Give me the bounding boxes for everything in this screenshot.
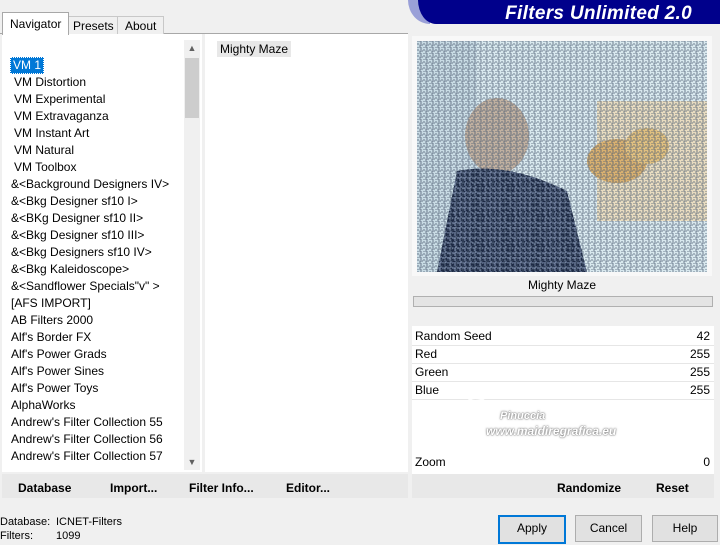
category-item[interactable]: &<Background Designers IV>: [11, 176, 169, 193]
help-button[interactable]: Help: [652, 515, 718, 542]
filters-count: 1099: [56, 530, 81, 542]
category-item[interactable]: &<Bkg Designers sf10 IV>: [11, 244, 152, 261]
param-red[interactable]: Red 255: [412, 346, 714, 364]
database-button[interactable]: Database: [18, 481, 71, 495]
tab-navigator[interactable]: Navigator: [2, 12, 70, 35]
editor-button[interactable]: Editor...: [286, 481, 330, 495]
tab-about[interactable]: About: [117, 16, 165, 35]
category-item[interactable]: &<Bkg Kaleidoscope>: [11, 261, 129, 278]
preview-image[interactable]: [417, 41, 707, 272]
category-item[interactable]: VM Distortion: [14, 74, 86, 91]
param-label: Green: [415, 365, 449, 379]
category-item[interactable]: AB Filters 2000: [11, 312, 93, 329]
param-random-seed[interactable]: Random Seed 42: [412, 328, 714, 346]
param-value: 0: [703, 455, 710, 469]
preview-filter-label: Mighty Maze: [527, 278, 597, 292]
param-label: Red: [415, 347, 438, 361]
scroll-up-icon[interactable]: ▲: [184, 40, 200, 56]
param-label: Random Seed: [415, 329, 492, 343]
scroll-down-icon[interactable]: ▼: [184, 454, 200, 470]
reset-button[interactable]: Reset: [656, 481, 689, 495]
category-item[interactable]: VM Instant Art: [14, 125, 89, 142]
database-value: ICNET-Filters: [56, 516, 122, 528]
category-item[interactable]: VM Toolbox: [14, 159, 76, 176]
category-item[interactable]: &<Bkg Designer sf10 III>: [11, 227, 144, 244]
param-green[interactable]: Green 255: [412, 364, 714, 382]
watermark-logo-icon: [462, 394, 492, 420]
tab-presets[interactable]: Presets: [65, 16, 122, 35]
title-banner: Filters Unlimited 2.0: [418, 0, 720, 24]
watermark-name: Pinuccia: [500, 410, 546, 422]
category-item-selected[interactable]: VM 1: [10, 57, 45, 74]
category-item[interactable]: AlphaWorks: [11, 397, 75, 414]
param-label: Zoom: [415, 455, 446, 469]
randomize-button[interactable]: Randomize: [557, 481, 621, 495]
category-item[interactable]: &<Sandflower Specials"v" >: [11, 278, 160, 295]
category-item[interactable]: VM Experimental: [14, 91, 105, 108]
category-item[interactable]: Andrew's Filter Collection 57: [11, 448, 163, 465]
category-item[interactable]: VM Natural: [14, 142, 74, 159]
param-value: 42: [696, 329, 710, 343]
apply-button[interactable]: Apply: [498, 515, 566, 544]
category-item[interactable]: Alf's Power Grads: [11, 346, 107, 363]
filter-item-selected[interactable]: Mighty Maze: [217, 41, 292, 57]
category-item[interactable]: &<BKg Designer sf10 II>: [11, 210, 143, 227]
filter-info-button[interactable]: Filter Info...: [189, 481, 254, 495]
category-item[interactable]: Andrew's Filter Collection 55: [11, 414, 163, 431]
category-item[interactable]: Alf's Power Toys: [11, 380, 98, 397]
progress-bar: [413, 296, 713, 307]
param-zoom[interactable]: Zoom 0: [412, 454, 714, 471]
category-item[interactable]: &<Bkg Designer sf10 I>: [11, 193, 138, 210]
category-item[interactable]: Andrew's Filter Collection 56: [11, 431, 163, 448]
database-label: Database:: [0, 516, 51, 528]
category-item[interactable]: VM Extravaganza: [14, 108, 109, 125]
app-title: Filters Unlimited 2.0: [505, 3, 692, 24]
category-scrollbar[interactable]: ▲ ▼: [184, 40, 200, 470]
param-value: 255: [689, 383, 710, 397]
import-button[interactable]: Import...: [110, 481, 157, 495]
scroll-thumb[interactable]: [185, 58, 199, 118]
category-item[interactable]: Alf's Border FX: [11, 329, 91, 346]
param-blue[interactable]: Blue 255: [412, 382, 714, 400]
filters-label: Filters:: [0, 530, 33, 542]
cancel-button[interactable]: Cancel: [575, 515, 642, 542]
filter-list[interactable]: [205, 34, 408, 472]
category-item[interactable]: Alf's Power Sines: [11, 363, 104, 380]
param-value: 255: [689, 365, 710, 379]
category-item[interactable]: [AFS IMPORT]: [11, 295, 91, 312]
watermark-url: www.maidiregrafica.eu: [486, 424, 617, 438]
param-value: 255: [689, 347, 710, 361]
param-label: Blue: [415, 383, 440, 397]
